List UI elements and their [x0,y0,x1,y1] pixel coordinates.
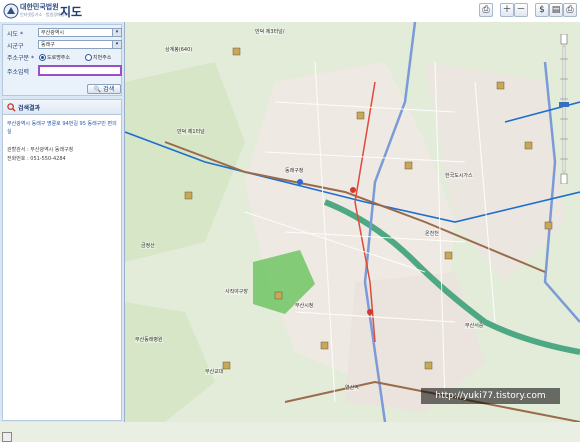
map-label: 동래구청 [285,167,304,174]
sido-select[interactable]: 부산광역시 ▾ [38,28,122,37]
map-label: 부산서중 [465,322,484,329]
printer-icon[interactable]: ⎙ [563,3,577,17]
map-label: 부산동래병원 [135,336,163,343]
map-label: 상계봉(640) [165,46,193,53]
measure-icon[interactable]: $ [535,3,549,17]
help-icon[interactable] [2,432,12,442]
watermark-url: http://yuki77.tistory.com [421,388,560,404]
chevron-down-icon: ▾ [112,41,121,48]
map-label: 연산역 [345,384,359,391]
map-label: 만덕 제3터널/ [255,28,285,35]
map-label: 금정산 [141,242,155,249]
lot-address-radio[interactable] [85,54,92,61]
sigungu-value: 동래구 [41,42,55,48]
result-address-link[interactable]: 부산광역시 동래구 명륜로 94번길 95 동래구민 편의실 [7,120,119,136]
search-icon: 🔍 [93,86,102,93]
save-icon[interactable]: ▤ [549,3,563,17]
result-title: 검색결과 [18,105,41,112]
page-title: 지도 [60,5,83,19]
search-button-label: 검색 [103,86,115,93]
sigungu-label: 시군구 [7,43,24,50]
road-address-radio[interactable] [39,54,46,61]
zoom-slider[interactable] [557,34,571,184]
map-label: 부산교대 [205,368,224,375]
map-viewport[interactable]: 상계봉(640) 만덕 제3터널/ 만덕 제1터널 금정산 온천천 동래구청 부… [125,22,580,422]
map-label: 온천천 [425,230,439,237]
left-panel: 시도 * 부산광역시 ▾ 시군구 동래구 ▾ 주소구분 * 도로명주소 지번주소… [0,22,125,442]
result-panel: 검색결과 부산광역시 동래구 명륜로 94번길 95 동래구민 편의실 관할관서… [2,99,122,421]
map-label: 만덕 제1터널 [177,128,205,135]
magnifier-icon [7,103,16,112]
app-header: 대한민국법원 인터넷등기소 · 법원경매정보 지도 ⎙ ＋ － $ ▤ ⎙ [0,0,580,23]
map-canvas[interactable] [125,22,580,422]
result-manager: 관할관서 : 부산광역시 동래구청 [7,147,74,153]
address-input[interactable] [38,65,122,76]
result-header: 검색결과 [3,100,121,115]
court-logo-icon [3,3,19,19]
result-phone: 전화번호 : 051-550-4284 [7,156,66,162]
map-label: 한국도시가스 [445,172,473,179]
road-address-label: 도로명주소 [47,55,71,61]
zoom-out-icon[interactable]: － [514,3,528,17]
sido-label: 시도 * [7,31,23,38]
lot-address-label: 지번주소 [93,55,112,61]
chevron-down-icon: ▾ [112,29,121,36]
brand-name: 대한민국법원 [20,3,59,11]
search-form: 시도 * 부산광역시 ▾ 시군구 동래구 ▾ 주소구분 * 도로명주소 지번주소… [2,24,122,96]
print-icon[interactable]: ⎙ [479,3,493,17]
map-label: 사직야구장 [225,288,249,295]
sido-value: 부산광역시 [41,30,65,36]
zoom-in-icon[interactable]: ＋ [500,3,514,17]
map-label: 부산시청 [295,302,314,309]
addr-input-label: 주소입력 [7,69,30,76]
search-button[interactable]: 🔍 검색 [87,84,121,94]
addr-type-label: 주소구분 * [7,55,34,62]
sigungu-select[interactable]: 동래구 ▾ [38,40,122,49]
